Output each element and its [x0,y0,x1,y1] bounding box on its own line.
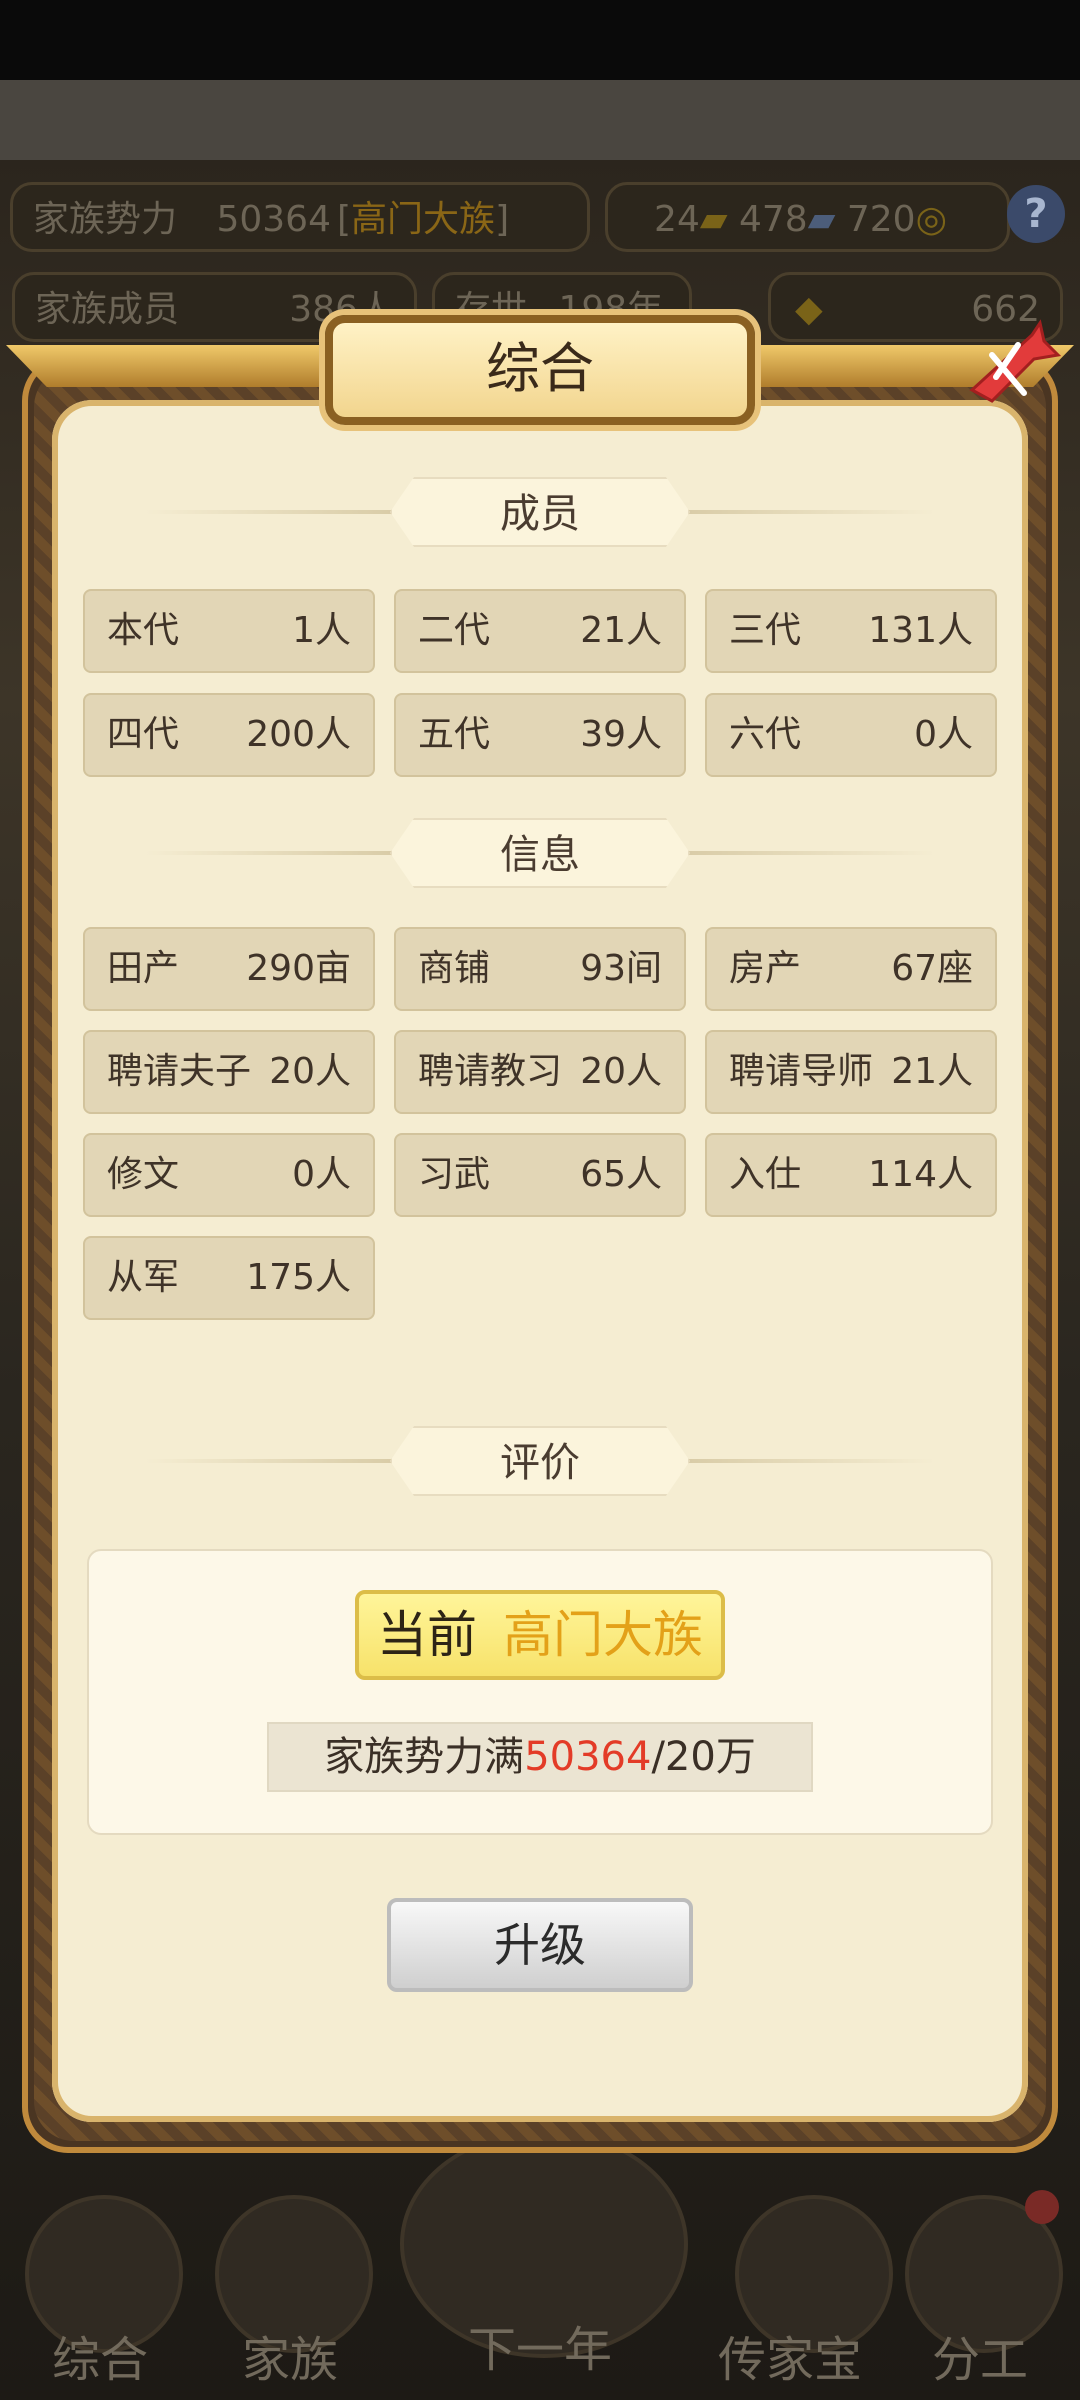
info-cell-10: 从军 175人 [83,1236,375,1320]
info-key: 从军 [107,1257,180,1298]
dialog-title: 综合 [325,315,755,425]
info-cell-3: 房产 67座 [705,927,997,1011]
info-key: 习武 [418,1154,491,1195]
section-info-header: 信息 [145,818,935,888]
gen-key: 三代 [729,610,802,651]
gen-value: 131人 [868,610,973,651]
info-cell-2: 商铺 93间 [394,927,686,1011]
upgrade-button[interactable]: 升级 [387,1898,693,1992]
top-band [0,80,1080,160]
info-value: 0人 [292,1154,351,1195]
help-icon[interactable]: ? [1007,185,1065,243]
gen-cell-4: 四代 200人 [83,693,375,777]
info-value: 93间 [580,948,662,989]
section-members-label: 成员 [390,477,690,547]
info-key: 聘请导师 [729,1051,874,1092]
power-rank-bracket-close: ] [495,199,510,240]
power-rank-bracket-open: [ [337,199,352,240]
nav-overview[interactable]: 综合 [25,2320,175,2390]
info-value: 175人 [246,1257,351,1298]
notification-dot [1025,2190,1059,2224]
power-label: 家族势力 [33,199,178,240]
gen-cell-6: 六代 0人 [705,693,997,777]
section-members-header: 成员 [145,477,935,547]
info-cell-8: 习武 65人 [394,1133,686,1217]
nav-heirloom[interactable]: 传家宝 [690,2320,890,2390]
ingot-icon: ◆ [795,289,823,330]
info-value: 114人 [868,1154,973,1195]
section-eval-header: 评价 [145,1426,935,1496]
close-icon[interactable] [962,315,1062,415]
section-info-label: 信息 [390,818,690,888]
gen-cell-5: 五代 39人 [394,693,686,777]
info-key: 修文 [107,1154,180,1195]
info-key: 商铺 [418,948,491,989]
info-key: 房产 [729,948,802,989]
info-cell-6: 聘请导师 21人 [705,1030,997,1114]
info-value: 290亩 [246,948,351,989]
info-cell-9: 入仕 114人 [705,1133,997,1217]
info-key: 聘请夫子 [107,1051,252,1092]
resource-coin-value: 720 [846,199,916,240]
nav-next-year[interactable]: 下一年 [425,2310,655,2380]
silver-bar-icon: ▰ [807,199,836,240]
info-cell-4: 聘请夫子 20人 [83,1030,375,1114]
info-cell-1: 田产 290亩 [83,927,375,1011]
gen-value: 21人 [580,610,662,651]
power-rank: 高门大族 [351,199,496,240]
resource-gold-bar-value: 24 [654,199,700,240]
info-value: 21人 [891,1051,973,1092]
info-value: 65人 [580,1154,662,1195]
family-power-pill[interactable]: 家族势力 50364 [高门大族] [10,182,590,252]
power-progress: 家族势力满50364/20万 [267,1722,813,1792]
members-label: 家族成员 [35,289,180,330]
gen-value: 200人 [246,714,351,755]
gen-key: 六代 [729,714,802,755]
gen-value: 0人 [914,714,973,755]
info-key: 入仕 [729,1154,802,1195]
status-bar [0,0,1080,80]
nav-division[interactable]: 分工 [905,2320,1055,2390]
current-label: 当前 [377,1606,478,1664]
gen-cell-2: 二代 21人 [394,589,686,673]
resources-pill: 24▰ 478▰ 720◎ [605,182,1010,252]
gen-value: 39人 [580,714,662,755]
gen-key: 二代 [418,610,491,651]
resource-silver-bar-value: 478 [739,199,808,240]
gen-key: 五代 [418,714,491,755]
info-value: 67座 [891,948,973,989]
title-wing-left [6,345,346,387]
gen-key: 四代 [107,714,180,755]
info-value: 20人 [580,1051,662,1092]
info-key: 聘请教习 [418,1051,563,1092]
power-value: 50364 [216,199,331,240]
current-rank-plate: 当前 高门大族 [355,1590,725,1680]
gen-value: 1人 [292,610,351,651]
info-key: 田产 [107,948,180,989]
gen-cell-3: 三代 131人 [705,589,997,673]
section-eval-label: 评价 [390,1426,690,1496]
current-rank: 高门大族 [502,1606,703,1664]
power-progress-current: 50364 [524,1734,652,1780]
power-progress-target: /20万 [651,1734,756,1780]
info-value: 20人 [269,1051,351,1092]
gen-key: 本代 [107,610,180,651]
power-progress-prefix: 家族势力满 [324,1734,525,1780]
coin-icon: ◎ [915,199,947,240]
gold-bar-icon: ▰ [699,199,728,240]
gen-cell-1: 本代 1人 [83,589,375,673]
nav-family[interactable]: 家族 [215,2320,365,2390]
info-cell-5: 聘请教习 20人 [394,1030,686,1114]
info-cell-7: 修文 0人 [83,1133,375,1217]
